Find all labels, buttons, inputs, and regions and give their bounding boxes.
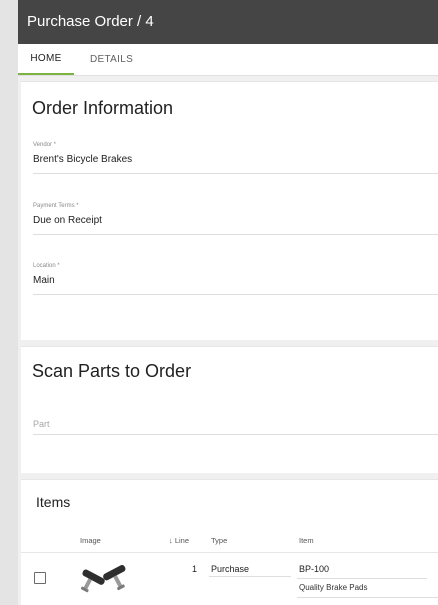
order-information-title: Order Information: [32, 98, 174, 118]
payment-terms-field[interactable]: Payment Terms * Due on Receipt: [33, 203, 438, 235]
scan-parts-card: Scan Parts to Order Part: [21, 346, 438, 473]
brake-pads-image: [80, 565, 126, 593]
vendor-value[interactable]: Brent's Bicycle Brakes: [33, 154, 132, 165]
app-frame: Purchase Order / 4 HOME DETAILS Order In…: [18, 0, 438, 605]
left-gutter: [0, 0, 18, 605]
table-header-divider: [21, 552, 438, 553]
page-title: Purchase Order / 4: [27, 13, 154, 30]
items-card: Items Image ↓ Line Type Item 1 Purchase …: [21, 479, 438, 605]
row-description: Quality Brake Pads: [299, 583, 368, 592]
location-label: Location *: [33, 263, 60, 269]
payment-terms-value[interactable]: Due on Receipt: [33, 215, 102, 226]
arrow-down-icon: ↓: [169, 536, 173, 545]
column-header-type[interactable]: Type: [211, 536, 227, 545]
part-input-placeholder[interactable]: Part: [33, 419, 50, 429]
row-line: 1: [192, 564, 198, 574]
column-header-image[interactable]: Image: [80, 536, 101, 545]
description-underline: [297, 597, 438, 598]
column-header-line[interactable]: ↓ Line: [169, 536, 189, 545]
tab-details[interactable]: DETAILS: [90, 54, 133, 75]
page-title-bar: Purchase Order / 4: [18, 0, 438, 44]
items-title: Items: [36, 494, 71, 510]
column-header-item[interactable]: Item: [299, 536, 314, 545]
part-input[interactable]: Part: [33, 413, 438, 435]
vendor-field[interactable]: Vendor * Brent's Bicycle Brakes: [33, 142, 438, 174]
column-header-line-label: Line: [174, 536, 190, 545]
row-checkbox[interactable]: [34, 572, 46, 584]
row-item[interactable]: BP-100: [299, 564, 329, 574]
location-value[interactable]: Main: [33, 275, 55, 286]
scan-parts-title: Scan Parts to Order: [32, 361, 192, 381]
type-field-underline: [209, 576, 291, 577]
vendor-label: Vendor *: [33, 142, 57, 148]
location-field[interactable]: Location * Main: [33, 263, 438, 295]
order-information-card: Order Information Vendor * Brent's Bicyc…: [21, 81, 438, 340]
tab-bar: HOME DETAILS: [18, 44, 438, 76]
row-type[interactable]: Purchase: [211, 564, 249, 574]
item-field-underline: [297, 578, 427, 579]
payment-terms-label: Payment Terms *: [33, 203, 79, 209]
tab-home[interactable]: HOME: [18, 53, 74, 75]
